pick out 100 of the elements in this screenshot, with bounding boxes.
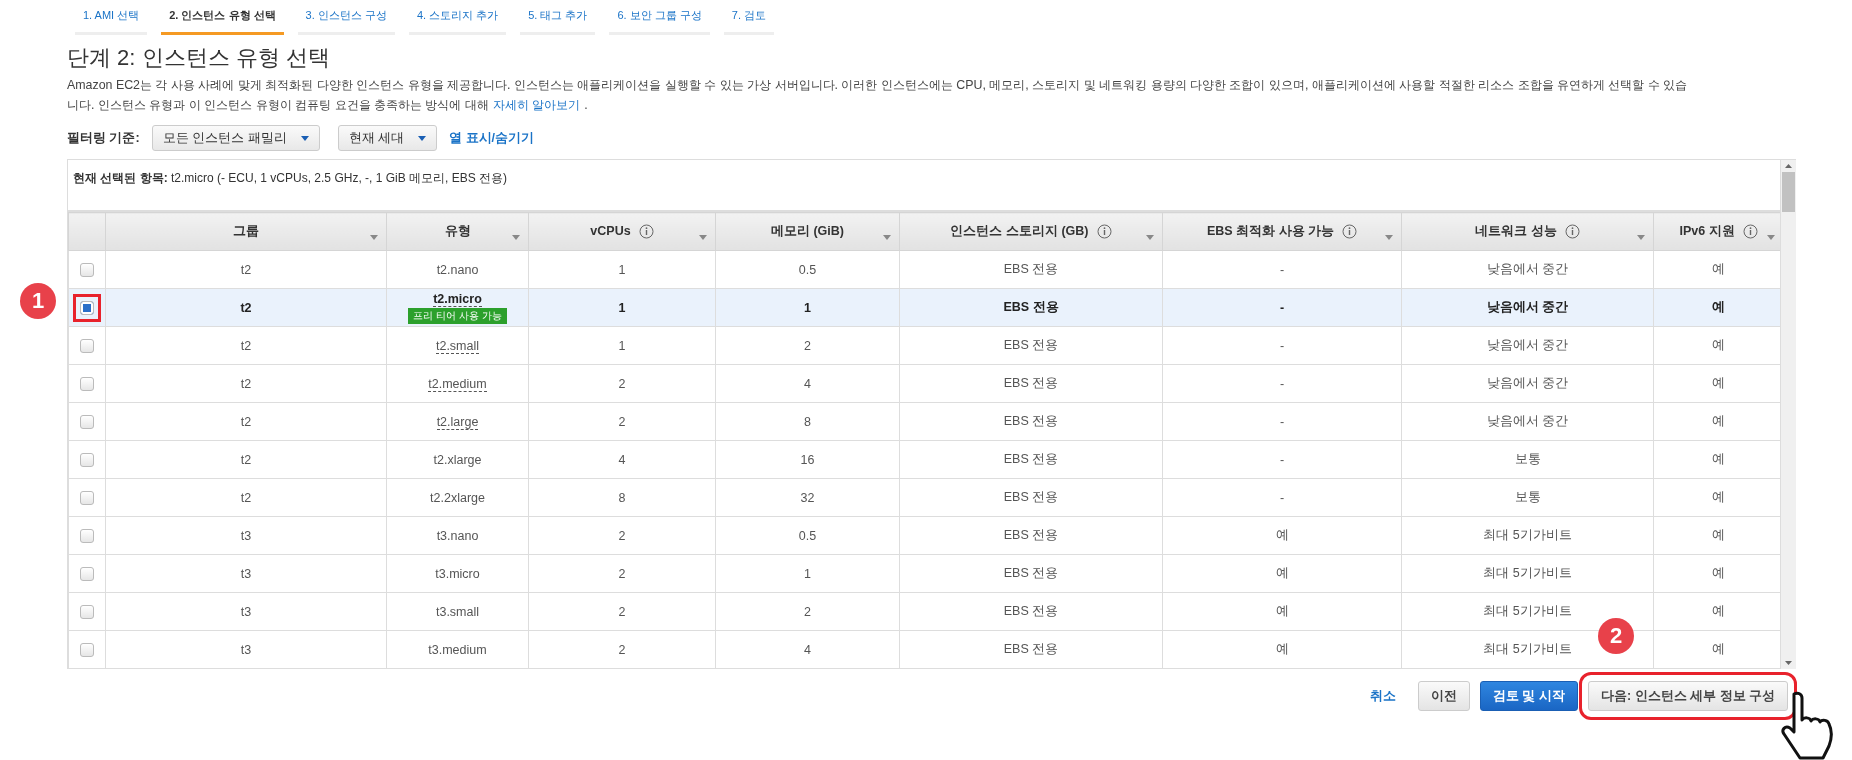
- cell-text: -: [1279, 376, 1285, 391]
- cell-text: -: [1279, 452, 1285, 467]
- row-checkbox[interactable]: [80, 376, 94, 391]
- caret-icon: [512, 235, 520, 240]
- action-button[interactable]: 검토 및 시작: [1480, 681, 1578, 711]
- column-header[interactable]: 인스턴스 스토리지 (GB): [899, 212, 1163, 251]
- current-selection-text: 현재 선택된 항목: t2.micro (- ECU, 1 vCPUs, 2.5 GHz, -, 1 GiB 메모리, EBS 전용): [73, 171, 508, 185]
- info-icon[interactable]: [1564, 224, 1580, 240]
- wizard-step-tab[interactable]: 2. 인스턴스 유형 선택: [161, 0, 284, 35]
- cell-text: 8: [618, 490, 626, 505]
- info-icon[interactable]: [638, 224, 654, 240]
- type-text: t2.micro: [433, 291, 482, 307]
- generation-dropdown[interactable]: 현재 세대: [337, 125, 438, 151]
- cell-text: 4: [804, 642, 811, 657]
- caret-icon: [1385, 235, 1393, 240]
- cell-text: 예: [1712, 262, 1725, 276]
- family-dropdown[interactable]: 모든 인스턴스 패밀리: [151, 125, 320, 151]
- row-checkbox[interactable]: [80, 566, 94, 581]
- wizard-step-tab[interactable]: 6. 보안 그룹 구성: [609, 0, 710, 35]
- cell-text: 예: [1275, 642, 1289, 656]
- caret-icon: [1767, 235, 1775, 240]
- cell-text: 2: [618, 566, 626, 581]
- cancel-link[interactable]: 취소: [1358, 681, 1408, 711]
- cell-text: 예: [1712, 528, 1725, 542]
- cell-text: EBS 전용: [1003, 338, 1059, 352]
- wizard-step-tab[interactable]: 3. 인스턴스 구성: [297, 0, 395, 35]
- cell-text: 낮음에서 중간: [1486, 376, 1569, 390]
- row-checkbox[interactable]: [80, 338, 94, 353]
- cell-text: 0.5: [798, 528, 817, 543]
- row-checkbox[interactable]: [80, 490, 94, 505]
- cell-text: 낮음에서 중간: [1486, 414, 1569, 428]
- type-text: t2.2xlarge: [430, 490, 485, 505]
- column-header[interactable]: EBS 최적화 사용 가능: [1162, 212, 1402, 251]
- row-checkbox[interactable]: [80, 642, 94, 657]
- row-checkbox[interactable]: [80, 262, 94, 277]
- info-icon[interactable]: [1742, 224, 1758, 240]
- caret-icon: [418, 135, 427, 141]
- cell-text: 1: [804, 566, 811, 581]
- learn-more-link[interactable]: 자세히 알아보기: [492, 95, 581, 115]
- type-text: t2.medium: [428, 376, 487, 392]
- cell-text: 최대 5기가비트: [1483, 528, 1572, 542]
- cell-text: 4: [618, 452, 626, 467]
- period-text: .: [584, 97, 588, 114]
- cell-text: 2: [804, 338, 811, 353]
- wizard-step-tab[interactable]: 1. AMI 선택: [75, 0, 148, 35]
- cell-text: EBS 전용: [1003, 414, 1059, 428]
- column-header[interactable]: 그룹: [105, 212, 387, 251]
- cell-text: 최대 5기가비트: [1483, 566, 1572, 580]
- free-tier-badge: 프리 티어 사용 가능: [408, 307, 507, 324]
- cell-text: t2: [240, 414, 252, 429]
- cell-text: 예: [1275, 528, 1289, 542]
- type-text: t2.nano: [436, 262, 479, 277]
- cell-text: EBS 전용: [1003, 376, 1059, 390]
- cell-text: 0.5: [798, 262, 817, 277]
- cell-text: 2: [618, 414, 626, 429]
- cell-text: t3: [240, 604, 252, 619]
- cell-text: -: [1279, 262, 1285, 277]
- cell-text: EBS 전용: [1003, 452, 1059, 466]
- column-header[interactable]: 유형: [386, 212, 529, 251]
- info-icon[interactable]: [1342, 224, 1358, 240]
- wizard-step-tab[interactable]: 7. 검토: [723, 0, 775, 35]
- cell-text: 8: [804, 414, 811, 429]
- wizard-step-tab[interactable]: 5. 태그 추가: [520, 0, 596, 35]
- cell-text: 예: [1712, 566, 1725, 580]
- cell-text: 예: [1712, 490, 1725, 504]
- show-hide-columns-link[interactable]: 열 표시/숨기기: [449, 129, 535, 147]
- cell-text: -: [1279, 414, 1285, 429]
- cell-text: 32: [800, 490, 815, 505]
- column-header[interactable]: IPv6 지원: [1653, 212, 1780, 251]
- caret-icon: [1637, 235, 1645, 240]
- column-header[interactable]: vCPUs: [528, 212, 716, 251]
- scroll-thumb[interactable]: [1782, 172, 1795, 212]
- cell-text: 예: [1712, 300, 1725, 314]
- row-checkbox[interactable]: [80, 452, 94, 467]
- info-icon[interactable]: [1096, 224, 1112, 240]
- action-button[interactable]: 이전: [1418, 681, 1470, 711]
- column-header[interactable]: 네트워크 성능: [1401, 212, 1654, 251]
- step-callout: 1: [20, 283, 56, 319]
- column-header[interactable]: 메모리 (GiB): [715, 212, 900, 251]
- cell-text: 2: [618, 528, 626, 543]
- filter-label: 필터링 기준:: [67, 129, 140, 147]
- row-checkbox[interactable]: [80, 528, 94, 543]
- row-checkbox[interactable]: [80, 604, 94, 619]
- cell-text: -: [1279, 300, 1285, 315]
- description-text: 니다. 인스턴스 유형과 이 인스턴스 유형이 컴퓨팅 요건을 충족하는 방식에 대해: [67, 97, 489, 114]
- cell-text: 2: [618, 604, 626, 619]
- highlight-box: [73, 294, 101, 322]
- cell-text: 낮음에서 중간: [1486, 262, 1569, 276]
- wizard-step-tab[interactable]: 4. 스토리지 추가: [408, 0, 507, 35]
- row-checkbox[interactable]: [80, 300, 94, 315]
- cell-text: 예: [1712, 338, 1725, 352]
- cell-text: 낮음에서 중간: [1486, 300, 1569, 314]
- cell-text: 낮음에서 중간: [1486, 338, 1569, 352]
- cell-text: 최대 5기가비트: [1483, 642, 1572, 656]
- scrollbar[interactable]: [1781, 160, 1796, 669]
- row-checkbox[interactable]: [80, 414, 94, 429]
- cell-text: EBS 전용: [1003, 528, 1059, 542]
- type-text: t3.nano: [436, 528, 479, 543]
- cell-text: t3: [240, 528, 252, 543]
- cell-text: 1: [618, 262, 626, 277]
